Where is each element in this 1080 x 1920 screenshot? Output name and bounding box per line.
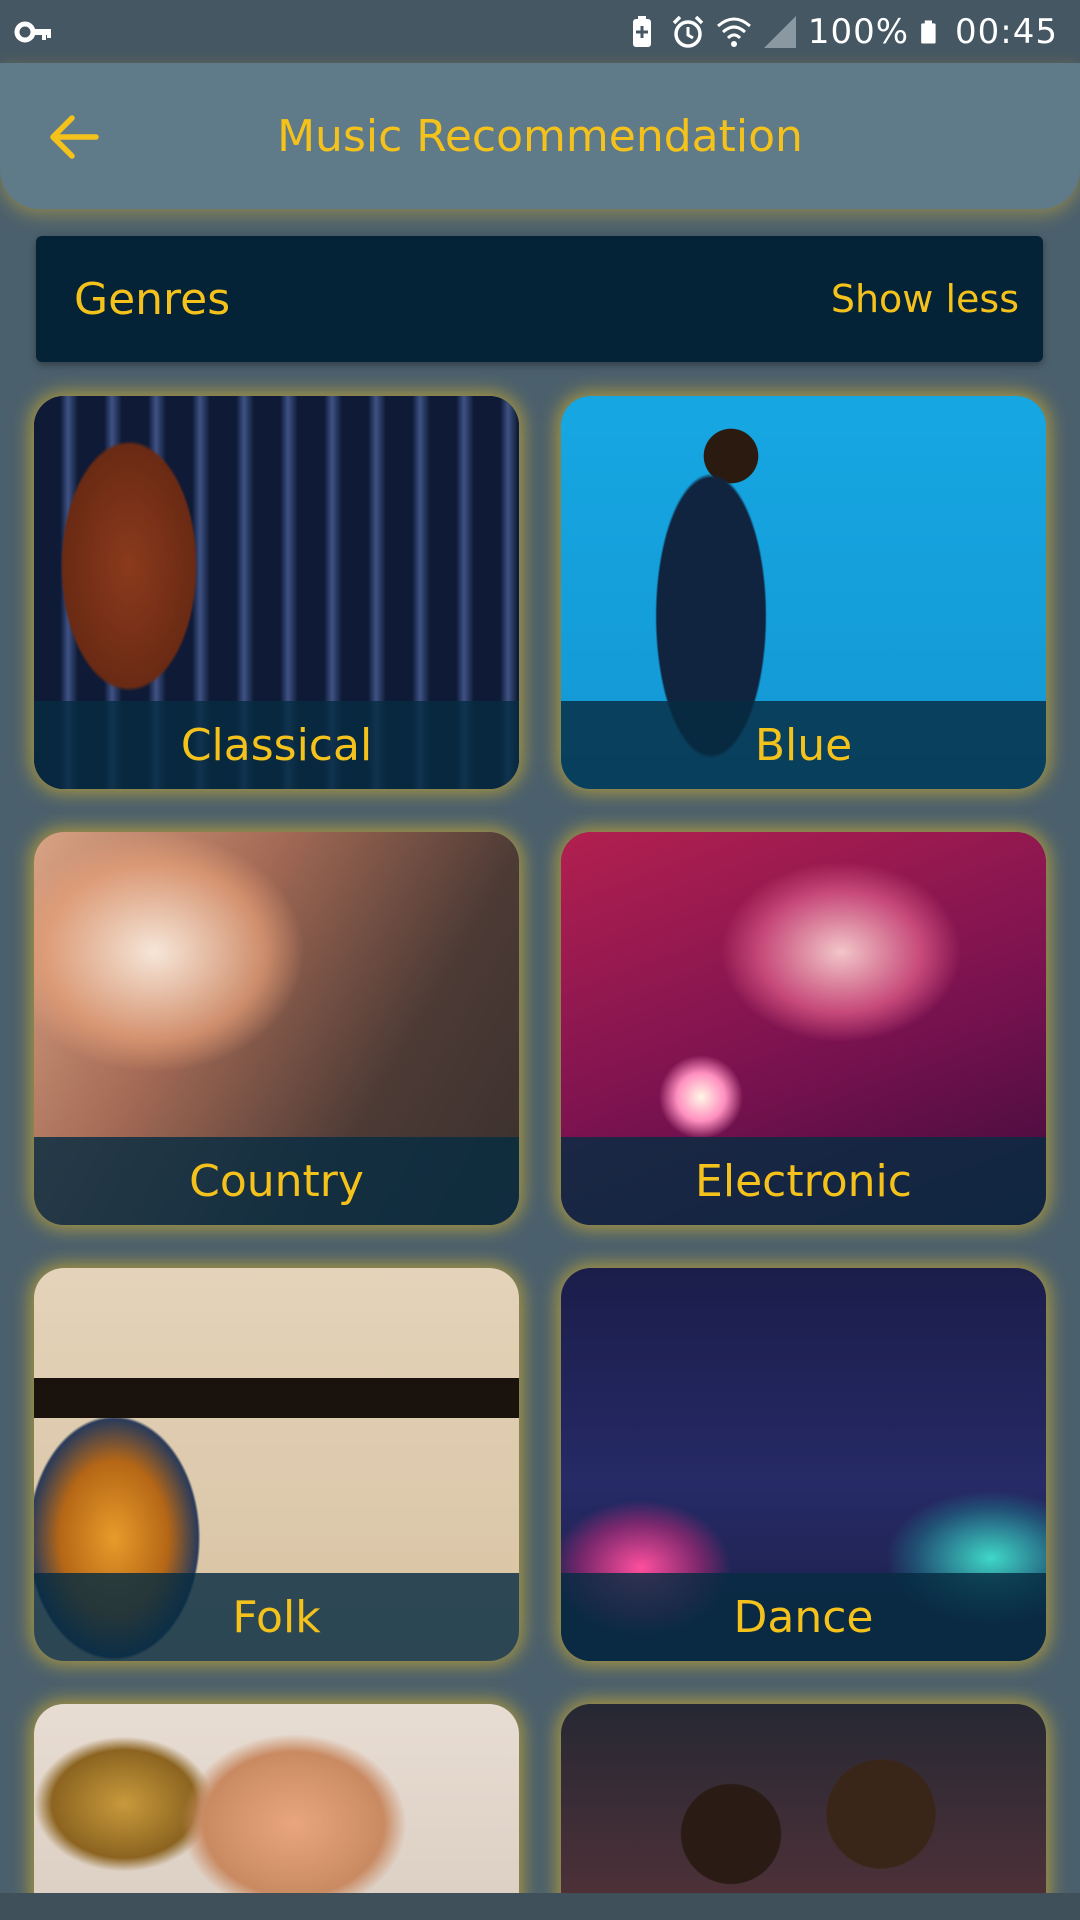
app-bar: Music Recommendation <box>0 63 1080 209</box>
show-less-button[interactable]: Show less <box>831 236 1019 362</box>
genre-card-dance[interactable]: Dance <box>561 1268 1046 1661</box>
status-bar: 100% 00:45 <box>0 0 1080 63</box>
genres-header: Genres Show less <box>36 236 1043 362</box>
genre-label: Country <box>34 1137 519 1225</box>
status-time: 00:45 <box>955 11 1058 52</box>
bottom-edge <box>0 1893 1080 1920</box>
wifi-icon <box>716 17 751 47</box>
genre-label: Electronic <box>561 1137 1046 1225</box>
genre-card-classical[interactable]: Classical <box>34 396 519 789</box>
genre-label: Classical <box>34 701 519 789</box>
screen: 100% 00:45 Music Recommendation Genres S… <box>0 0 1080 1920</box>
genre-label: Dance <box>561 1573 1046 1661</box>
trumpet-photo <box>34 1704 519 1920</box>
genre-label: Folk <box>34 1573 519 1661</box>
genre-card-electronic[interactable]: Electronic <box>561 832 1046 1225</box>
genre-card-country[interactable]: Country <box>34 832 519 1225</box>
battery-saver-icon <box>632 15 651 47</box>
genre-card-8[interactable] <box>561 1704 1046 1920</box>
signal-icon <box>763 15 796 48</box>
genre-label: Blue <box>561 701 1046 789</box>
genre-card-7[interactable] <box>34 1704 519 1920</box>
key-icon <box>14 21 51 43</box>
battery-icon <box>921 19 936 44</box>
genre-card-folk[interactable]: Folk <box>34 1268 519 1661</box>
alarm-icon <box>672 15 704 48</box>
genre-card-blue[interactable]: Blue <box>561 396 1046 789</box>
page-title: Music Recommendation <box>277 110 803 162</box>
genres-label: Genres <box>74 273 231 325</box>
battery-percent: 100% <box>807 11 910 52</box>
hiphop-group-photo <box>561 1704 1046 1920</box>
status-bar-right: 100% 00:45 <box>624 0 1058 63</box>
